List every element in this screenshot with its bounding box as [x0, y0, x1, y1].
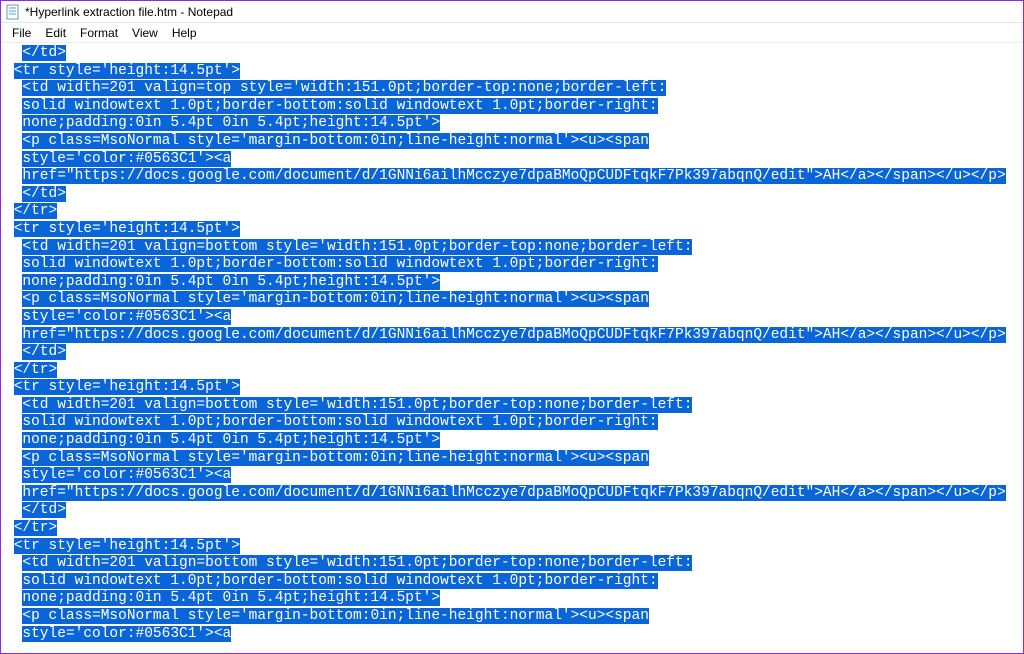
- selected-text[interactable]: solid windowtext 1.0pt;border-bottom:sol…: [22, 98, 657, 114]
- menubar: File Edit Format View Help: [1, 23, 1023, 43]
- editor-line[interactable]: </td>: [5, 45, 1019, 63]
- selected-text[interactable]: none;padding:0in 5.4pt 0in 5.4pt;height:…: [22, 274, 440, 290]
- titlebar: *Hyperlink extraction file.htm - Notepad: [1, 1, 1023, 23]
- selected-text[interactable]: <td width=201 valign=top style='width:15…: [22, 80, 666, 96]
- selected-text[interactable]: style='color:#0563C1'><a: [22, 151, 231, 167]
- selected-text[interactable]: href="https://docs.google.com/document/d…: [22, 327, 1005, 343]
- editor-line[interactable]: <td width=201 valign=bottom style='width…: [5, 239, 1019, 257]
- window-title: *Hyperlink extraction file.htm - Notepad: [25, 5, 233, 19]
- selected-text[interactable]: <td width=201 valign=bottom style='width…: [22, 555, 692, 571]
- editor-line[interactable]: solid windowtext 1.0pt;border-bottom:sol…: [5, 98, 1019, 116]
- editor-line[interactable]: solid windowtext 1.0pt;border-bottom:sol…: [5, 573, 1019, 591]
- selected-text[interactable]: none;padding:0in 5.4pt 0in 5.4pt;height:…: [22, 590, 440, 606]
- selected-text[interactable]: href="https://docs.google.com/document/d…: [22, 168, 1005, 184]
- menu-edit[interactable]: Edit: [38, 24, 73, 42]
- editor-line[interactable]: <td width=201 valign=bottom style='width…: [5, 397, 1019, 415]
- editor-line[interactable]: <p class=MsoNormal style='margin-bottom:…: [5, 450, 1019, 468]
- selected-text[interactable]: none;padding:0in 5.4pt 0in 5.4pt;height:…: [22, 432, 440, 448]
- editor-line[interactable]: <p class=MsoNormal style='margin-bottom:…: [5, 608, 1019, 626]
- editor-line[interactable]: none;padding:0in 5.4pt 0in 5.4pt;height:…: [5, 274, 1019, 292]
- selected-text[interactable]: </tr>: [14, 203, 58, 219]
- selected-text[interactable]: <tr style='height:14.5pt'>: [14, 221, 240, 237]
- selected-text[interactable]: </td>: [22, 186, 66, 202]
- editor-line[interactable]: <tr style='height:14.5pt'>: [5, 63, 1019, 81]
- selected-text[interactable]: none;padding:0in 5.4pt 0in 5.4pt;height:…: [22, 115, 440, 131]
- editor-line[interactable]: </td>: [5, 186, 1019, 204]
- menu-file[interactable]: File: [5, 24, 38, 42]
- editor-line[interactable]: solid windowtext 1.0pt;border-bottom:sol…: [5, 414, 1019, 432]
- selected-text[interactable]: </tr>: [14, 362, 58, 378]
- selected-text[interactable]: <td width=201 valign=bottom style='width…: [22, 397, 692, 413]
- editor-line[interactable]: </tr>: [5, 203, 1019, 221]
- editor-line[interactable]: <p class=MsoNormal style='margin-bottom:…: [5, 291, 1019, 309]
- editor-line[interactable]: <tr style='height:14.5pt'>: [5, 538, 1019, 556]
- selected-text[interactable]: <p class=MsoNormal style='margin-bottom:…: [22, 133, 649, 149]
- editor-line[interactable]: <td width=201 valign=bottom style='width…: [5, 555, 1019, 573]
- selected-text[interactable]: <p class=MsoNormal style='margin-bottom:…: [22, 291, 649, 307]
- editor-line[interactable]: <tr style='height:14.5pt'>: [5, 221, 1019, 239]
- selected-text[interactable]: <tr style='height:14.5pt'>: [14, 538, 240, 554]
- selected-text[interactable]: <p class=MsoNormal style='margin-bottom:…: [22, 608, 649, 624]
- selected-text[interactable]: href="https://docs.google.com/document/d…: [22, 485, 1005, 501]
- editor-line[interactable]: solid windowtext 1.0pt;border-bottom:sol…: [5, 256, 1019, 274]
- selected-text[interactable]: solid windowtext 1.0pt;border-bottom:sol…: [22, 573, 657, 589]
- editor-line[interactable]: </td>: [5, 344, 1019, 362]
- selected-text[interactable]: </tr>: [14, 520, 58, 536]
- editor-line[interactable]: style='color:#0563C1'><a: [5, 626, 1019, 644]
- editor-line[interactable]: href="https://docs.google.com/document/d…: [5, 485, 1019, 503]
- selected-text[interactable]: </td>: [22, 502, 66, 518]
- editor-line[interactable]: <td width=201 valign=top style='width:15…: [5, 80, 1019, 98]
- editor-line[interactable]: style='color:#0563C1'><a: [5, 151, 1019, 169]
- editor-line[interactable]: none;padding:0in 5.4pt 0in 5.4pt;height:…: [5, 115, 1019, 133]
- editor-line[interactable]: href="https://docs.google.com/document/d…: [5, 327, 1019, 345]
- editor-line[interactable]: none;padding:0in 5.4pt 0in 5.4pt;height:…: [5, 432, 1019, 450]
- editor-line[interactable]: </tr>: [5, 362, 1019, 380]
- selected-text[interactable]: solid windowtext 1.0pt;border-bottom:sol…: [22, 414, 657, 430]
- selected-text[interactable]: <p class=MsoNormal style='margin-bottom:…: [22, 450, 649, 466]
- editor-line[interactable]: </td>: [5, 502, 1019, 520]
- selected-text[interactable]: <tr style='height:14.5pt'>: [14, 63, 240, 79]
- editor-line[interactable]: style='color:#0563C1'><a: [5, 467, 1019, 485]
- text-editor[interactable]: </td> <tr style='height:14.5pt'> <td wid…: [1, 43, 1023, 653]
- editor-line[interactable]: <tr style='height:14.5pt'>: [5, 379, 1019, 397]
- editor-line[interactable]: none;padding:0in 5.4pt 0in 5.4pt;height:…: [5, 590, 1019, 608]
- selected-text[interactable]: style='color:#0563C1'><a: [22, 309, 231, 325]
- menu-view[interactable]: View: [125, 24, 165, 42]
- editor-line[interactable]: </tr>: [5, 520, 1019, 538]
- notepad-icon: [5, 4, 21, 20]
- selected-text[interactable]: style='color:#0563C1'><a: [22, 626, 231, 642]
- selected-text[interactable]: </td>: [22, 45, 66, 61]
- selected-text[interactable]: solid windowtext 1.0pt;border-bottom:sol…: [22, 256, 657, 272]
- selected-text[interactable]: <td width=201 valign=bottom style='width…: [22, 239, 692, 255]
- editor-line[interactable]: style='color:#0563C1'><a: [5, 309, 1019, 327]
- selected-text[interactable]: <tr style='height:14.5pt'>: [14, 379, 240, 395]
- menu-help[interactable]: Help: [165, 24, 204, 42]
- selected-text[interactable]: style='color:#0563C1'><a: [22, 467, 231, 483]
- menu-format[interactable]: Format: [73, 24, 125, 42]
- editor-line[interactable]: href="https://docs.google.com/document/d…: [5, 168, 1019, 186]
- editor-line[interactable]: <p class=MsoNormal style='margin-bottom:…: [5, 133, 1019, 151]
- selected-text[interactable]: </td>: [22, 344, 66, 360]
